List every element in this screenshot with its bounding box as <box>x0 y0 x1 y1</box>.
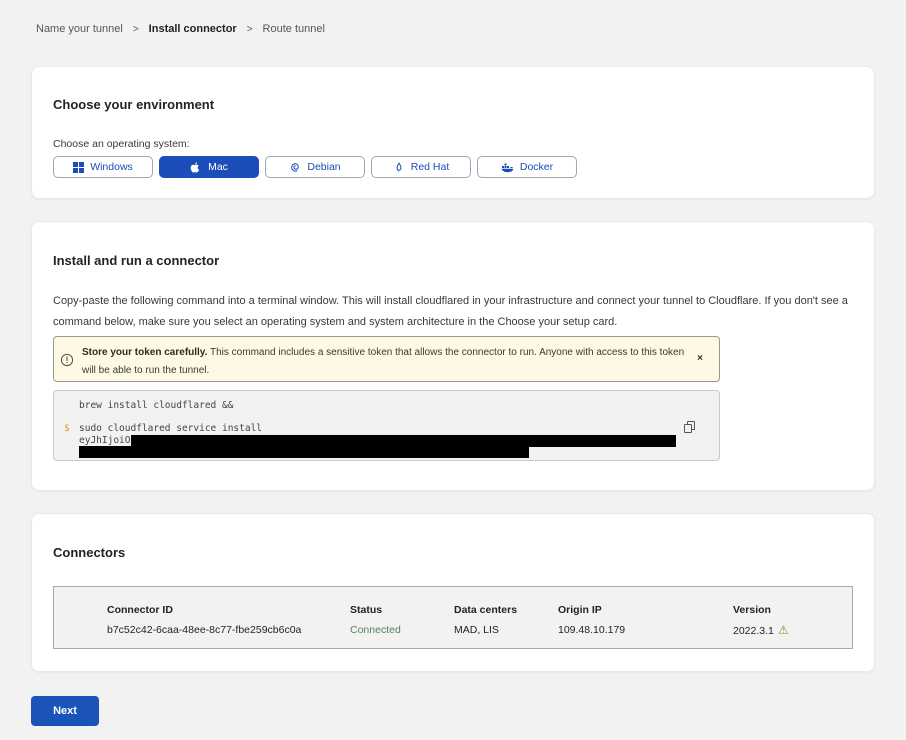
connectors-table-header: Connector ID Status Data centers Origin … <box>107 600 852 620</box>
version-value: 2022.3.1 <box>733 625 774 637</box>
install-description-line1: Copy-paste the following command into a … <box>53 291 853 312</box>
os-button-mac[interactable]: Mac <box>159 156 259 178</box>
header-status: Status <box>350 600 454 620</box>
os-button-label: Mac <box>208 161 228 173</box>
cell-version: 2022.3.1 ⚠ <box>733 620 852 641</box>
os-button-redhat[interactable]: Red Hat <box>371 156 471 178</box>
choose-environment-title: Choose your environment <box>53 97 853 112</box>
token-warning-line2: will be able to run the tunnel. <box>82 362 673 380</box>
install-connector-title: Install and run a connector <box>53 253 853 268</box>
breadcrumb-name-your-tunnel[interactable]: Name your tunnel <box>36 23 123 35</box>
cell-data-centers: MAD, LIS <box>454 620 558 641</box>
breadcrumb-separator: > <box>133 24 139 35</box>
os-button-label: Docker <box>520 161 553 173</box>
debian-logo-icon <box>289 161 301 173</box>
os-button-debian[interactable]: Debian <box>265 156 365 178</box>
next-button[interactable]: Next <box>31 696 99 726</box>
code-line-sudo: sudo cloudflared service install <box>79 423 719 435</box>
header-connector-id: Connector ID <box>107 600 350 620</box>
token-warning-rest: This command includes a sensitive token … <box>207 347 684 358</box>
install-command-codeblock[interactable]: $ brew install cloudflared && sudo cloud… <box>53 390 720 461</box>
os-button-docker[interactable]: Docker <box>477 156 577 178</box>
os-button-windows[interactable]: Windows <box>53 156 153 178</box>
code-line-brew: brew install cloudflared && <box>79 400 719 412</box>
token-prefix: eyJhIjoiO <box>79 435 130 446</box>
cell-status: Connected <box>350 620 454 641</box>
connectors-table: Connector ID Status Data centers Origin … <box>53 586 853 649</box>
code-line-token2 <box>79 446 719 458</box>
main-container: Choose your environment Choose an operat… <box>31 66 875 726</box>
header-version: Version <box>733 600 852 620</box>
code-line-token: eyJhIjoiO <box>79 435 719 447</box>
breadcrumb-install-connector[interactable]: Install connector <box>149 23 237 35</box>
os-label: Choose an operating system: <box>53 138 853 150</box>
connectors-title: Connectors <box>53 545 853 560</box>
terminal-prompt: $ <box>64 423 70 434</box>
cell-origin-ip: 109.48.10.179 <box>558 620 733 641</box>
breadcrumb-separator: > <box>247 24 253 35</box>
apple-logo-icon <box>190 161 202 173</box>
header-data-centers: Data centers <box>454 600 558 620</box>
version-warning-icon: ⚠ <box>778 623 789 637</box>
close-icon[interactable]: × <box>693 352 707 366</box>
connectors-table-row: b7c52c42-6caa-48ee-8c77-fbe259cb6c0a Con… <box>107 620 852 641</box>
code-line-blank <box>79 412 719 424</box>
breadcrumb: Name your tunnel > Install connector > R… <box>0 0 906 35</box>
os-button-label: Red Hat <box>411 161 450 173</box>
os-button-label: Debian <box>307 161 340 173</box>
connectors-card: Connectors Connector ID Status Data cent… <box>31 513 875 672</box>
install-description: Copy-paste the following command into a … <box>53 291 853 333</box>
windows-logo-icon <box>73 162 84 173</box>
os-button-label: Windows <box>90 161 133 173</box>
token-warning-line1: Store your token carefully. This command… <box>82 344 673 362</box>
alert-circle-icon <box>60 353 74 367</box>
docker-logo-icon <box>501 162 514 173</box>
header-origin-ip: Origin IP <box>558 600 733 620</box>
token-warning-bold: Store your token carefully. <box>82 347 207 358</box>
redacted-token-bar2 <box>79 446 529 458</box>
token-warning-banner: Store your token carefully. This command… <box>53 336 720 382</box>
redhat-logo-icon <box>393 161 405 173</box>
install-description-line2: command below, make sure you select an o… <box>53 312 853 333</box>
install-connector-card: Install and run a connector Copy-paste t… <box>31 221 875 491</box>
choose-environment-card: Choose your environment Choose an operat… <box>31 66 875 199</box>
token-warning-text: Store your token carefully. This command… <box>82 344 673 380</box>
copy-icon[interactable] <box>684 421 695 433</box>
cell-connector-id: b7c52c42-6caa-48ee-8c77-fbe259cb6c0a <box>107 620 350 641</box>
breadcrumb-route-tunnel[interactable]: Route tunnel <box>263 23 325 35</box>
os-button-row: Windows Mac Debian Red Hat <box>53 156 853 178</box>
redacted-token-bar <box>131 435 676 447</box>
